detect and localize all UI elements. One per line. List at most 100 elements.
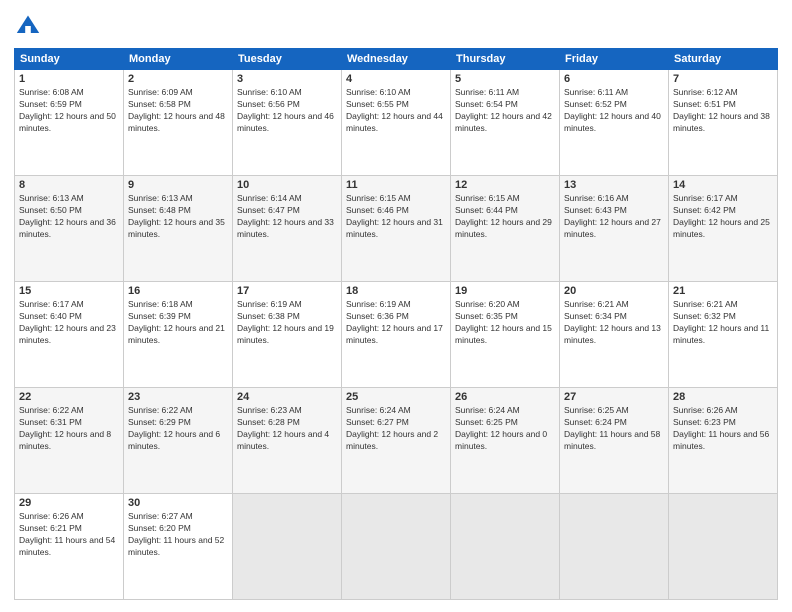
- cell-content: Sunrise: 6:10 AMSunset: 6:55 PMDaylight:…: [346, 87, 446, 135]
- calendar-cell: 27Sunrise: 6:25 AMSunset: 6:24 PMDayligh…: [560, 388, 669, 494]
- calendar-cell: 24 Sunrise: 6:23 AMSunset: 6:28 PMDayligh…: [233, 388, 342, 494]
- calendar-table: SundayMondayTuesdayWednesdayThursdayFrid…: [14, 48, 778, 600]
- day-number: 16: [128, 285, 228, 297]
- cell-content: Sunrise: 6:24 AMSunset: 6:27 PMDaylight:…: [346, 405, 446, 453]
- calendar-cell: 19 Sunrise: 6:20 AMSunset: 6:35 PMDayligh…: [451, 282, 560, 388]
- cell-content: Sunrise: 6:10 AMSunset: 6:56 PMDaylight:…: [237, 87, 337, 135]
- day-number: 15: [19, 285, 119, 297]
- day-number: 20: [564, 285, 664, 297]
- cell-content: Sunrise: 6:14 AMSunset: 6:47 PMDaylight:…: [237, 193, 337, 241]
- day-number: 6: [564, 73, 664, 85]
- cell-content: Sunrise: 6:15 AMSunset: 6:46 PMDaylight:…: [346, 193, 446, 241]
- cell-content: Sunrise: 6:23 AMSunset: 6:28 PMDaylight:…: [237, 405, 337, 453]
- col-header-sunday: Sunday: [15, 49, 124, 70]
- calendar-cell: 5 Sunrise: 6:11 AMSunset: 6:54 PMDaylight…: [451, 70, 560, 176]
- day-number: 8: [19, 179, 119, 191]
- day-number: 29: [19, 497, 119, 509]
- day-number: 26: [455, 391, 555, 403]
- cell-content: Sunrise: 6:09 AMSunset: 6:58 PMDaylight:…: [128, 87, 228, 135]
- cell-content: Sunrise: 6:21 AMSunset: 6:34 PMDaylight:…: [564, 299, 664, 347]
- cell-content: Sunrise: 6:18 AMSunset: 6:39 PMDaylight:…: [128, 299, 228, 347]
- calendar-cell: 11 Sunrise: 6:15 AMSunset: 6:46 PMDayligh…: [342, 176, 451, 282]
- calendar-cell: 10Sunrise: 6:14 AMSunset: 6:47 PMDayligh…: [233, 176, 342, 282]
- day-number: 12: [455, 179, 555, 191]
- calendar-cell: 2Sunrise: 6:09 AMSunset: 6:58 PMDaylight…: [124, 70, 233, 176]
- cell-content: Sunrise: 6:22 AMSunset: 6:29 PMDaylight:…: [128, 405, 228, 453]
- col-header-wednesday: Wednesday: [342, 49, 451, 70]
- col-header-thursday: Thursday: [451, 49, 560, 70]
- day-number: 9: [128, 179, 228, 191]
- calendar-cell: 29 Sunrise: 6:26 AMSunset: 6:21 PMDayligh…: [15, 494, 124, 600]
- calendar-cell: 8 Sunrise: 6:13 AMSunset: 6:50 PMDaylight…: [15, 176, 124, 282]
- calendar-cell: 4 Sunrise: 6:10 AMSunset: 6:55 PMDaylight…: [342, 70, 451, 176]
- cell-content: Sunrise: 6:27 AMSunset: 6:20 PMDaylight:…: [128, 511, 228, 559]
- day-number: 1: [19, 73, 119, 85]
- calendar-cell: 13 Sunrise: 6:16 AMSunset: 6:43 PMDayligh…: [560, 176, 669, 282]
- cell-content: Sunrise: 6:22 AMSunset: 6:31 PMDaylight:…: [19, 405, 119, 453]
- cell-content: Sunrise: 6:24 AMSunset: 6:25 PMDaylight:…: [455, 405, 555, 453]
- calendar-cell: 25 Sunrise: 6:24 AMSunset: 6:27 PMDayligh…: [342, 388, 451, 494]
- calendar-cell: 1 Sunrise: 6:08 AMSunset: 6:59 PMDaylight…: [15, 70, 124, 176]
- calendar-page: SundayMondayTuesdayWednesdayThursdayFrid…: [0, 0, 792, 612]
- cell-content: Sunrise: 6:12 AMSunset: 6:51 PMDaylight:…: [673, 87, 773, 135]
- col-header-monday: Monday: [124, 49, 233, 70]
- cell-content: Sunrise: 6:11 AMSunset: 6:52 PMDaylight:…: [564, 87, 664, 135]
- calendar-cell: 28 Sunrise: 6:26 AMSunset: 6:23 PMDayligh…: [669, 388, 778, 494]
- cell-content: Sunrise: 6:20 AMSunset: 6:35 PMDaylight:…: [455, 299, 555, 347]
- calendar-cell: 6 Sunrise: 6:11 AMSunset: 6:52 PMDaylight…: [560, 70, 669, 176]
- cell-content: Sunrise: 6:15 AMSunset: 6:44 PMDaylight:…: [455, 193, 555, 241]
- day-number: 5: [455, 73, 555, 85]
- calendar-cell: [669, 494, 778, 600]
- cell-content: Sunrise: 6:26 AMSunset: 6:23 PMDaylight:…: [673, 405, 773, 453]
- calendar-cell: 15 Sunrise: 6:17 AMSunset: 6:40 PMDayligh…: [15, 282, 124, 388]
- day-number: 28: [673, 391, 773, 403]
- calendar-cell: 22 Sunrise: 6:22 AMSunset: 6:31 PMDayligh…: [15, 388, 124, 494]
- day-number: 7: [673, 73, 773, 85]
- calendar-row: 15 Sunrise: 6:17 AMSunset: 6:40 PMDayligh…: [15, 282, 778, 388]
- calendar-cell: [560, 494, 669, 600]
- calendar-cell: [342, 494, 451, 600]
- cell-content: Sunrise: 6:19 AMSunset: 6:38 PMDaylight:…: [237, 299, 337, 347]
- calendar-row: 1 Sunrise: 6:08 AMSunset: 6:59 PMDaylight…: [15, 70, 778, 176]
- day-number: 23: [128, 391, 228, 403]
- calendar-cell: 16 Sunrise: 6:18 AMSunset: 6:39 PMDayligh…: [124, 282, 233, 388]
- calendar-row: 29 Sunrise: 6:26 AMSunset: 6:21 PMDayligh…: [15, 494, 778, 600]
- day-number: 3: [237, 73, 337, 85]
- logo: [14, 12, 46, 40]
- day-number: 30: [128, 497, 228, 509]
- day-number: 4: [346, 73, 446, 85]
- col-header-saturday: Saturday: [669, 49, 778, 70]
- cell-content: Sunrise: 6:19 AMSunset: 6:36 PMDaylight:…: [346, 299, 446, 347]
- cell-content: Sunrise: 6:17 AMSunset: 6:42 PMDaylight:…: [673, 193, 773, 241]
- calendar-cell: 23 Sunrise: 6:22 AMSunset: 6:29 PMDayligh…: [124, 388, 233, 494]
- cell-content: Sunrise: 6:17 AMSunset: 6:40 PMDaylight:…: [19, 299, 119, 347]
- day-number: 11: [346, 179, 446, 191]
- header: [14, 12, 778, 40]
- day-number: 17: [237, 285, 337, 297]
- calendar-cell: 14Sunrise: 6:17 AMSunset: 6:42 PMDayligh…: [669, 176, 778, 282]
- calendar-cell: 9 Sunrise: 6:13 AMSunset: 6:48 PMDaylight…: [124, 176, 233, 282]
- day-number: 13: [564, 179, 664, 191]
- calendar-cell: 20 Sunrise: 6:21 AMSunset: 6:34 PMDayligh…: [560, 282, 669, 388]
- day-number: 24: [237, 391, 337, 403]
- logo-icon: [14, 12, 42, 40]
- col-header-tuesday: Tuesday: [233, 49, 342, 70]
- cell-content: Sunrise: 6:16 AMSunset: 6:43 PMDaylight:…: [564, 193, 664, 241]
- calendar-cell: [233, 494, 342, 600]
- cell-content: Sunrise: 6:11 AMSunset: 6:54 PMDaylight:…: [455, 87, 555, 135]
- calendar-cell: 21Sunrise: 6:21 AMSunset: 6:32 PMDayligh…: [669, 282, 778, 388]
- cell-content: Sunrise: 6:26 AMSunset: 6:21 PMDaylight:…: [19, 511, 119, 559]
- calendar-cell: 7 Sunrise: 6:12 AMSunset: 6:51 PMDaylight…: [669, 70, 778, 176]
- cell-content: Sunrise: 6:13 AMSunset: 6:50 PMDaylight:…: [19, 193, 119, 241]
- day-number: 25: [346, 391, 446, 403]
- day-number: 21: [673, 285, 773, 297]
- day-number: 22: [19, 391, 119, 403]
- calendar-cell: [451, 494, 560, 600]
- day-number: 19: [455, 285, 555, 297]
- cell-content: Sunrise: 6:08 AMSunset: 6:59 PMDaylight:…: [19, 87, 119, 135]
- calendar-cell: 12 Sunrise: 6:15 AMSunset: 6:44 PMDayligh…: [451, 176, 560, 282]
- calendar-cell: 3 Sunrise: 6:10 AMSunset: 6:56 PMDaylight…: [233, 70, 342, 176]
- calendar-cell: 30 Sunrise: 6:27 AMSunset: 6:20 PMDayligh…: [124, 494, 233, 600]
- calendar-cell: 26 Sunrise: 6:24 AMSunset: 6:25 PMDayligh…: [451, 388, 560, 494]
- cell-content: Sunrise: 6:13 AMSunset: 6:48 PMDaylight:…: [128, 193, 228, 241]
